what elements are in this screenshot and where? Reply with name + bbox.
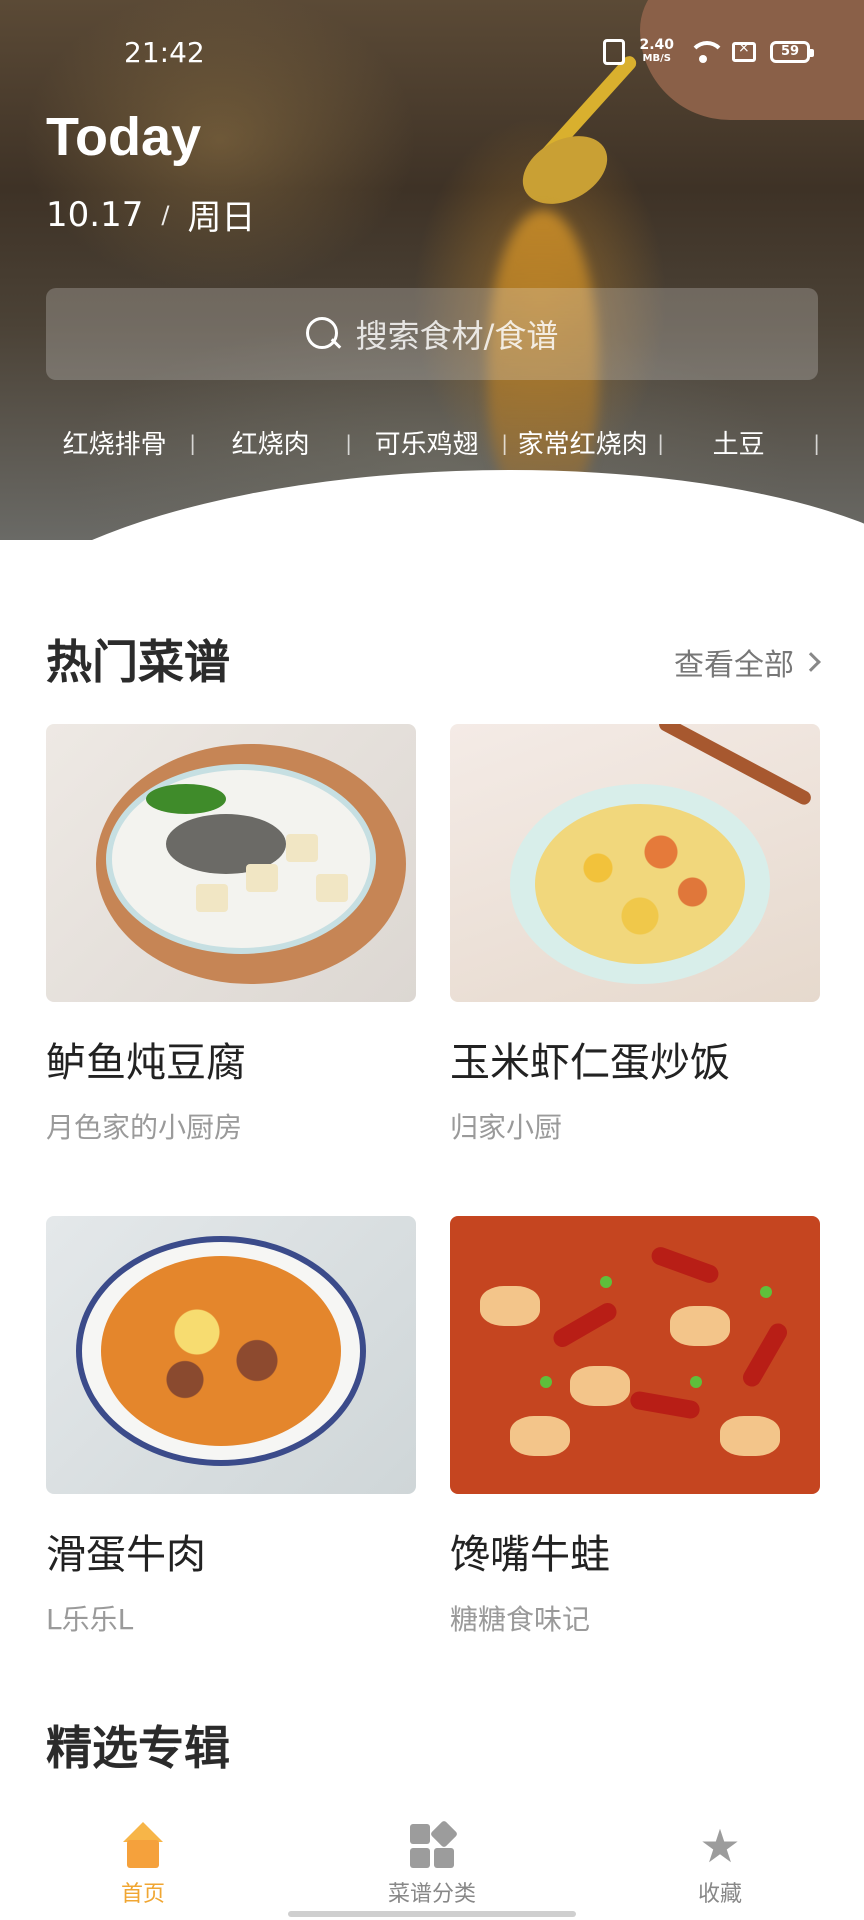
recipe-author: 糖糖食味记 [450, 1603, 591, 1636]
hot-search-tags: 红烧排骨 | 红烧肉 | 可乐鸡翅 | 家常红烧肉 | 土豆 | [46, 424, 826, 461]
network-speed-unit: MB/S [642, 53, 671, 64]
nav-category[interactable]: 菜谱分类 [362, 1800, 502, 1908]
tag-divider: | [189, 430, 196, 455]
vibrate-icon [603, 39, 626, 65]
recipe-card[interactable]: 玉米虾仁蛋炒饭 归家小厨 [450, 724, 820, 1146]
nav-category-label: 菜谱分类 [387, 1882, 476, 1907]
recipe-name: 滑蛋牛肉 [46, 1532, 206, 1578]
egg-beef-photo [46, 1216, 416, 1494]
recipe-name: 馋嘴牛蛙 [450, 1532, 610, 1578]
spicy-bullfrog-photo [450, 1216, 820, 1494]
fish-tofu-photo [46, 724, 416, 1002]
network-speed: 2.40 MB/S [639, 38, 674, 66]
network-speed-value: 2.40 [639, 37, 674, 53]
fried-rice-photo [450, 724, 820, 1002]
tag-divider: | [501, 430, 508, 455]
home-icon [119, 1822, 167, 1870]
date-separator: / [161, 200, 170, 229]
battery-icon: 59 [770, 41, 814, 63]
nav-home-label: 首页 [120, 1882, 165, 1907]
home-indicator[interactable] [288, 1911, 576, 1917]
page-title: Today [46, 107, 202, 167]
recipe-author: 归家小厨 [450, 1111, 563, 1144]
popular-section-title: 热门菜谱 [46, 635, 230, 689]
date-text: 10.17 [46, 194, 144, 235]
recipe-author: L乐乐L [46, 1603, 134, 1636]
wifi-icon [688, 41, 726, 63]
hero-date: 10.17 / 周日 [46, 190, 255, 239]
tag-divider: | [813, 430, 820, 455]
search-placeholder: 搜索食材/食谱 [355, 317, 559, 355]
featured-section-title: 精选专辑 [46, 1721, 230, 1775]
hot-tag[interactable]: 红烧肉 [202, 424, 339, 461]
hero-curve-divider [0, 470, 864, 540]
hero-spoon-image [511, 122, 619, 218]
recipe-name: 玉米虾仁蛋炒饭 [450, 1040, 730, 1086]
recipe-name: 鲈鱼炖豆腐 [46, 1040, 246, 1086]
hot-tag[interactable]: 土豆 [670, 424, 807, 461]
view-all-link[interactable]: 查看全部 [674, 640, 821, 684]
tag-divider: | [345, 430, 352, 455]
hot-tag[interactable]: 可乐鸡翅 [358, 424, 495, 461]
nav-favorites-label: 收藏 [697, 1882, 742, 1907]
status-bar: 21:42 2.40 MB/S 59 [0, 0, 864, 110]
tag-divider: | [657, 430, 664, 455]
view-all-label: 查看全部 [674, 648, 794, 683]
status-icons: 2.40 MB/S 59 [603, 38, 814, 66]
no-sim-icon [732, 40, 756, 62]
category-icon [408, 1819, 459, 1870]
nav-favorites[interactable]: ★ 收藏 [650, 1800, 790, 1908]
recipe-card[interactable]: 馋嘴牛蛙 糖糖食味记 [450, 1216, 820, 1638]
nav-home[interactable]: 首页 [73, 1800, 213, 1908]
search-input[interactable]: 搜索食材/食谱 [46, 288, 818, 380]
status-time: 21:42 [124, 36, 205, 69]
search-icon [305, 317, 340, 351]
recipe-author: 月色家的小厨房 [46, 1111, 243, 1144]
star-icon: ★ [699, 1819, 741, 1873]
recipe-card[interactable]: 鲈鱼炖豆腐 月色家的小厨房 [46, 724, 416, 1146]
hot-tag[interactable]: 家常红烧肉 [514, 424, 651, 461]
weekday-text: 周日 [187, 198, 256, 238]
hot-tag[interactable]: 红烧排骨 [46, 424, 183, 461]
bottom-nav: 首页 菜谱分类 ★ 收藏 [0, 1800, 864, 1920]
chevron-right-icon [801, 652, 821, 672]
recipe-card[interactable]: 滑蛋牛肉 L乐乐L [46, 1216, 416, 1638]
